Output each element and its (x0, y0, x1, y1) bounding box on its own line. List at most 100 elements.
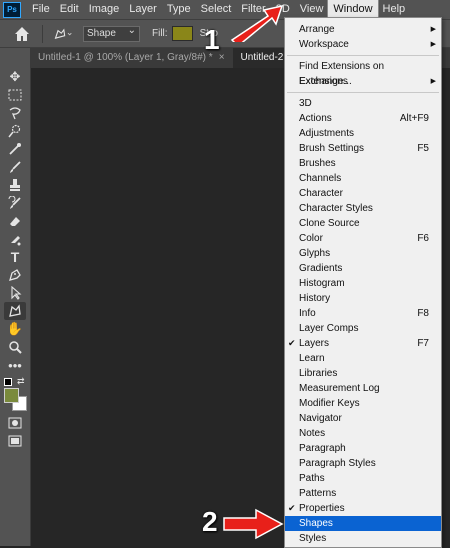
step-2-label: 2 (202, 506, 218, 537)
menu-item-notes[interactable]: Notes (285, 426, 441, 441)
menu-item-layer-comps[interactable]: Layer Comps (285, 321, 441, 336)
menu-item-paragraph-styles[interactable]: Paragraph Styles (285, 456, 441, 471)
checkmark-icon: ✔ (288, 503, 296, 513)
menu-item-workspace[interactable]: Workspace ▶ (285, 37, 441, 52)
home-icon[interactable] (12, 24, 32, 44)
menu-item-modifier-keys[interactable]: Modifier Keys (285, 396, 441, 411)
menu-item-label: Paragraph Styles (299, 458, 376, 469)
color-swatches: ⇄ (0, 374, 30, 414)
menu-item-label: Channels (299, 173, 342, 184)
eraser-icon[interactable] (4, 212, 26, 230)
eyedropper-icon[interactable] (4, 140, 26, 158)
menu-item-label: Info (299, 308, 316, 319)
menu-item-paths[interactable]: Paths (285, 471, 441, 486)
gradient-icon[interactable] (4, 230, 26, 248)
menu-item-patterns[interactable]: Patterns (285, 486, 441, 501)
menu-item-glyphs[interactable]: Glyphs (285, 246, 441, 261)
quick-select-icon[interactable] (4, 122, 26, 140)
submenu-arrow-icon: ▶ (430, 41, 436, 48)
screen-mode-icon[interactable] (4, 432, 26, 450)
marquee-icon[interactable] (4, 86, 26, 104)
menu-item-channels[interactable]: Channels (285, 171, 441, 186)
menu-item-adjustments[interactable]: Adjustments (285, 126, 441, 141)
menu-item-properties[interactable]: ✔ Properties (285, 501, 441, 516)
brush-icon[interactable] (4, 158, 26, 176)
menu-item-gradients[interactable]: Gradients (285, 261, 441, 276)
zoom-icon[interactable] (4, 338, 26, 356)
menu-item-shapes[interactable]: Shapes (285, 516, 441, 531)
menu-item-label: Layers (299, 338, 330, 349)
menu-item-3d[interactable]: 3D (285, 96, 441, 111)
tab-untitled-1[interactable]: Untitled-1 @ 100% (Layer 1, Gray/8#) * × (30, 48, 233, 68)
menu-item-clone-source[interactable]: Clone Source (285, 216, 441, 231)
menu-item-label: Color (299, 233, 323, 244)
tab-label: Untitled-1 @ 100% (Layer 1, Gray/8#) * (38, 52, 213, 63)
menu-item-extensions[interactable]: Extensions ▶ (285, 74, 441, 89)
menu-item-measurement-log[interactable]: Measurement Log (285, 381, 441, 396)
quick-mask-icon[interactable] (4, 414, 26, 432)
more-icon[interactable]: ••• (4, 356, 26, 374)
menu-item-actions[interactable]: Actions Alt+F9 (285, 111, 441, 126)
type-icon[interactable]: T (4, 248, 26, 266)
tool-mode-select[interactable]: Shape (83, 24, 140, 42)
annotation-arrow-2 (223, 508, 284, 540)
path-select-icon[interactable] (4, 284, 26, 302)
menu-item-brushes[interactable]: Brushes (285, 156, 441, 171)
menu-item-label: Properties (299, 503, 345, 514)
menu-item-label: History (299, 293, 331, 304)
menu-item-arrange[interactable]: Arrange ▶ (285, 22, 441, 37)
menu-item-label: Modifier Keys (299, 398, 360, 409)
menu-item-navigator[interactable]: Navigator (285, 411, 441, 426)
menu-item-label: Brushes (299, 158, 336, 169)
hand-icon[interactable]: ✋ (4, 320, 26, 338)
menu-item-brush-settings[interactable]: Brush Settings F5 (285, 141, 441, 156)
custom-shape-tool-preset-icon[interactable] (53, 24, 73, 44)
move-icon[interactable]: ✥ (4, 68, 26, 86)
history-brush-icon[interactable] (4, 194, 26, 212)
submenu-arrow-icon: ▶ (430, 78, 436, 85)
swap-colors-icon[interactable]: ⇄ (17, 376, 25, 387)
pen-icon[interactable] (4, 266, 26, 284)
menu-image[interactable]: Image (84, 0, 125, 19)
menu-item-color[interactable]: Color F6 (285, 231, 441, 246)
menu-item-history[interactable]: History (285, 291, 441, 306)
fill-label: Fill: (152, 28, 168, 39)
menu-layer[interactable]: Layer (124, 0, 162, 19)
annotation-arrow-1 (230, 4, 284, 42)
menu-item-label: Gradients (299, 263, 343, 274)
menu-item-paragraph[interactable]: Paragraph (285, 441, 441, 456)
menu-item-label: Paths (299, 473, 325, 484)
submenu-arrow-icon: ▶ (430, 26, 436, 33)
menu-item-libraries[interactable]: Libraries (285, 366, 441, 381)
menu-item-layers[interactable]: ✔ Layers F7 (285, 336, 441, 351)
menu-item-label: Notes (299, 428, 326, 439)
menu-item-styles[interactable]: Styles (285, 531, 441, 546)
menu-item-label: Measurement Log (299, 383, 380, 394)
menu-item-character-styles[interactable]: Character Styles (285, 201, 441, 216)
menu-item-label: Character (299, 188, 343, 199)
default-colors-icon[interactable] (4, 378, 12, 386)
menu-item-info[interactable]: Info F8 (285, 306, 441, 321)
menu-item-learn[interactable]: Learn (285, 351, 441, 366)
fill-color-swatch[interactable] (171, 26, 193, 41)
menu-item-histogram[interactable]: Histogram (285, 276, 441, 291)
menu-item-label: Layer Comps (299, 323, 359, 334)
window-menu-dropdown: Arrange ▶ Workspace ▶ Find Extensions on E… (284, 17, 442, 548)
menu-item-shortcut: Alt+F9 (399, 113, 429, 124)
stamp-icon[interactable] (4, 176, 26, 194)
menu-item-find-extensions[interactable]: Find Extensions on Exchange... (285, 59, 441, 87)
lasso-icon[interactable] (4, 104, 26, 122)
menu-item-character[interactable]: Character (285, 186, 441, 201)
menu-edit[interactable]: Edit (55, 0, 84, 19)
custom-shape-icon[interactable] (4, 302, 26, 320)
divider (42, 24, 43, 43)
menu-type[interactable]: Type (162, 0, 196, 19)
foreground-color-swatch[interactable] (4, 388, 19, 403)
menu-file[interactable]: File (27, 0, 55, 19)
menu-item-label: Character Styles (299, 203, 373, 214)
menu-item-shortcut: F5 (417, 143, 429, 154)
menu-item-label: Glyphs (299, 248, 331, 259)
menu-item-shortcut: F8 (417, 308, 429, 319)
menu-item-label: Adjustments (299, 128, 355, 139)
step-1-label: 1 (204, 24, 220, 55)
